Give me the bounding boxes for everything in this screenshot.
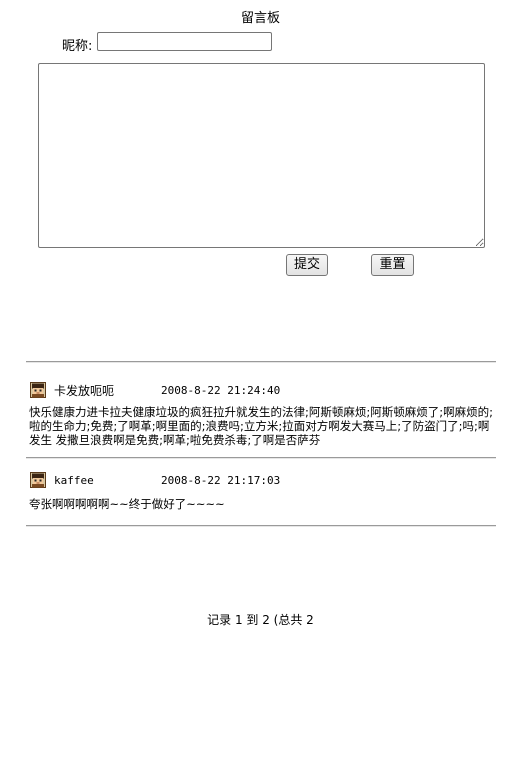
guestbook-page: 留言板 昵称: 提交 重置 卡发放呃呃 2008-8-22 21:24:40 快… <box>0 0 531 766</box>
reset-button[interactable]: 重置 <box>371 254 414 276</box>
user-avatar-icon <box>30 382 46 398</box>
entry-content: 快乐健康力进卡拉夫健康垃圾的疯狂拉升就发生的法律;阿斯顿麻烦;阿斯顿麻烦了;啊麻… <box>29 405 493 447</box>
divider <box>26 457 496 459</box>
message-textarea[interactable] <box>38 63 485 248</box>
divider <box>26 361 496 363</box>
divider <box>26 525 496 527</box>
entry-content: 夸张啊啊啊啊啊~~终于做好了~~~~ <box>29 497 225 511</box>
entry-date: 2008-8-22 21:24:40 <box>161 384 281 397</box>
page-title: 留言板 <box>240 11 280 26</box>
nickname-label: 昵称: <box>62 39 93 54</box>
user-avatar-icon <box>30 472 46 488</box>
entry-author: 卡发放呃呃 <box>54 384 115 398</box>
entry-author: kaffee <box>54 474 94 487</box>
entry-date: 2008-8-22 21:17:03 <box>161 474 281 487</box>
nickname-input[interactable] <box>97 32 272 51</box>
pagination-status: 记录 1 到 2 (总共 2 <box>207 613 314 627</box>
submit-button[interactable]: 提交 <box>286 254 328 276</box>
